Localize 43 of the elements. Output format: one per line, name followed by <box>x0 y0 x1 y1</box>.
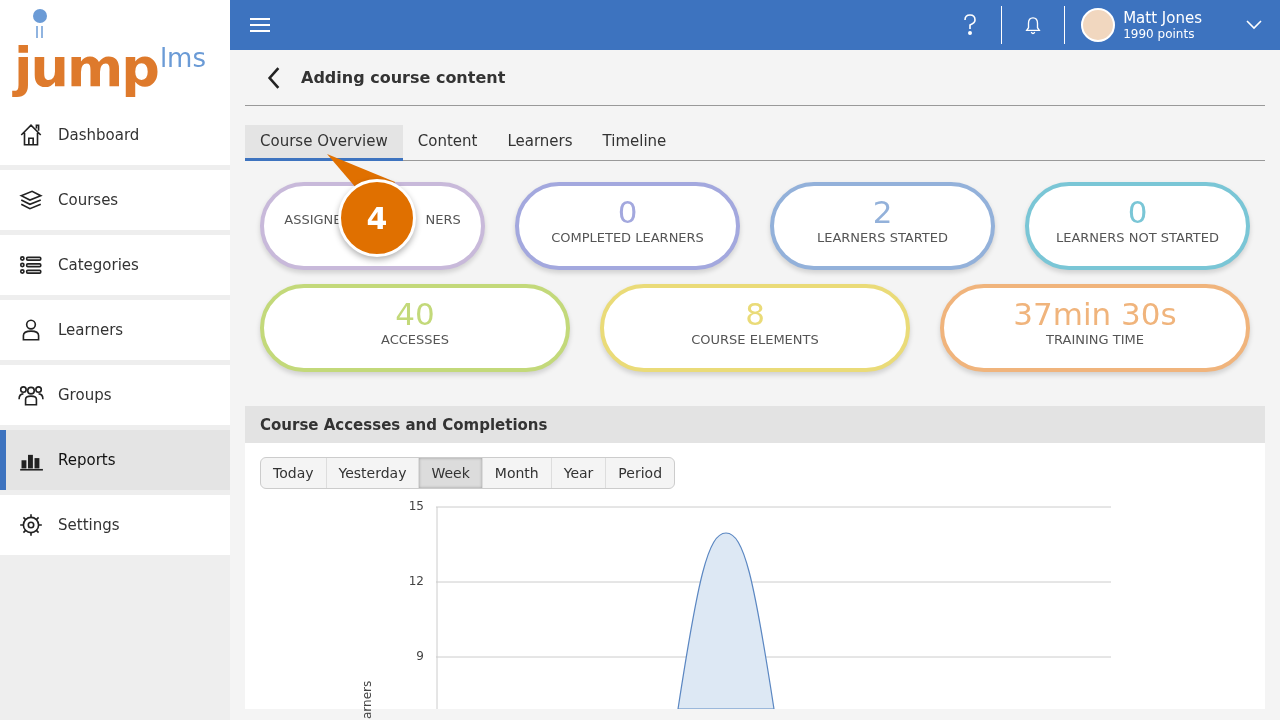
y-axis-label: arners <box>360 680 374 719</box>
y-tick-label: 12 <box>408 574 424 589</box>
menu-icon[interactable] <box>250 17 270 33</box>
tab[interactable]: Content <box>402 125 493 161</box>
stat-value: 37min 30s <box>1013 296 1177 332</box>
user-points: 1990 points <box>1123 27 1196 41</box>
panel-header: Course Accesses and Completions <box>245 406 1265 443</box>
sidebar-item[interactable]: Groups <box>0 365 230 425</box>
stat-label: TRAINING TIME <box>1046 332 1144 347</box>
period-button[interactable]: Today <box>261 458 327 488</box>
period-button[interactable]: Period <box>606 458 674 488</box>
stat-value: 2 <box>872 194 893 230</box>
sidebar-item[interactable]: Learners <box>0 300 230 360</box>
sidebar-item[interactable]: Reports <box>0 430 230 490</box>
period-button[interactable]: Week <box>419 458 483 488</box>
stat-value: 8 <box>745 296 765 332</box>
stat-label: LEARNERS STARTED <box>816 230 949 245</box>
sidebar-item[interactable]: Dashboard <box>0 105 230 165</box>
y-tick-label: 15 <box>408 499 424 514</box>
stat-label: LEARNERS NOT STARTED <box>1055 230 1220 245</box>
y-tick-label: 9 <box>416 649 424 664</box>
stat-value: 40 <box>395 296 435 332</box>
stat-label: COMPLETED LEARNERS <box>551 230 704 245</box>
stat-value: 0 <box>1127 194 1148 230</box>
page-title: Adding course content <box>301 68 506 87</box>
stat-value: 0 <box>617 194 638 230</box>
stat-label: COURSE ELEMENTS <box>691 332 819 347</box>
avatar[interactable] <box>1081 8 1116 42</box>
house-icon <box>18 122 44 148</box>
tab[interactable]: Timeline <box>587 125 682 161</box>
period-button[interactable]: Year <box>551 458 607 488</box>
tab[interactable]: Learners <box>492 125 588 161</box>
gear-icon <box>18 512 44 538</box>
sidebar-item[interactable]: Settings <box>0 495 230 555</box>
back-icon[interactable] <box>267 65 281 90</box>
user-name: Matt Jones <box>1123 9 1202 27</box>
stat-label: ACCESSES <box>381 332 449 347</box>
stat-label: NERS <box>425 212 461 227</box>
sidebar-item[interactable]: Courses <box>0 170 230 230</box>
period-button[interactable]: Month <box>482 458 552 488</box>
tab[interactable]: Course Overview <box>245 125 403 161</box>
sidebar-item[interactable]: Categories <box>0 235 230 295</box>
chevron-down-icon[interactable] <box>1246 20 1262 30</box>
